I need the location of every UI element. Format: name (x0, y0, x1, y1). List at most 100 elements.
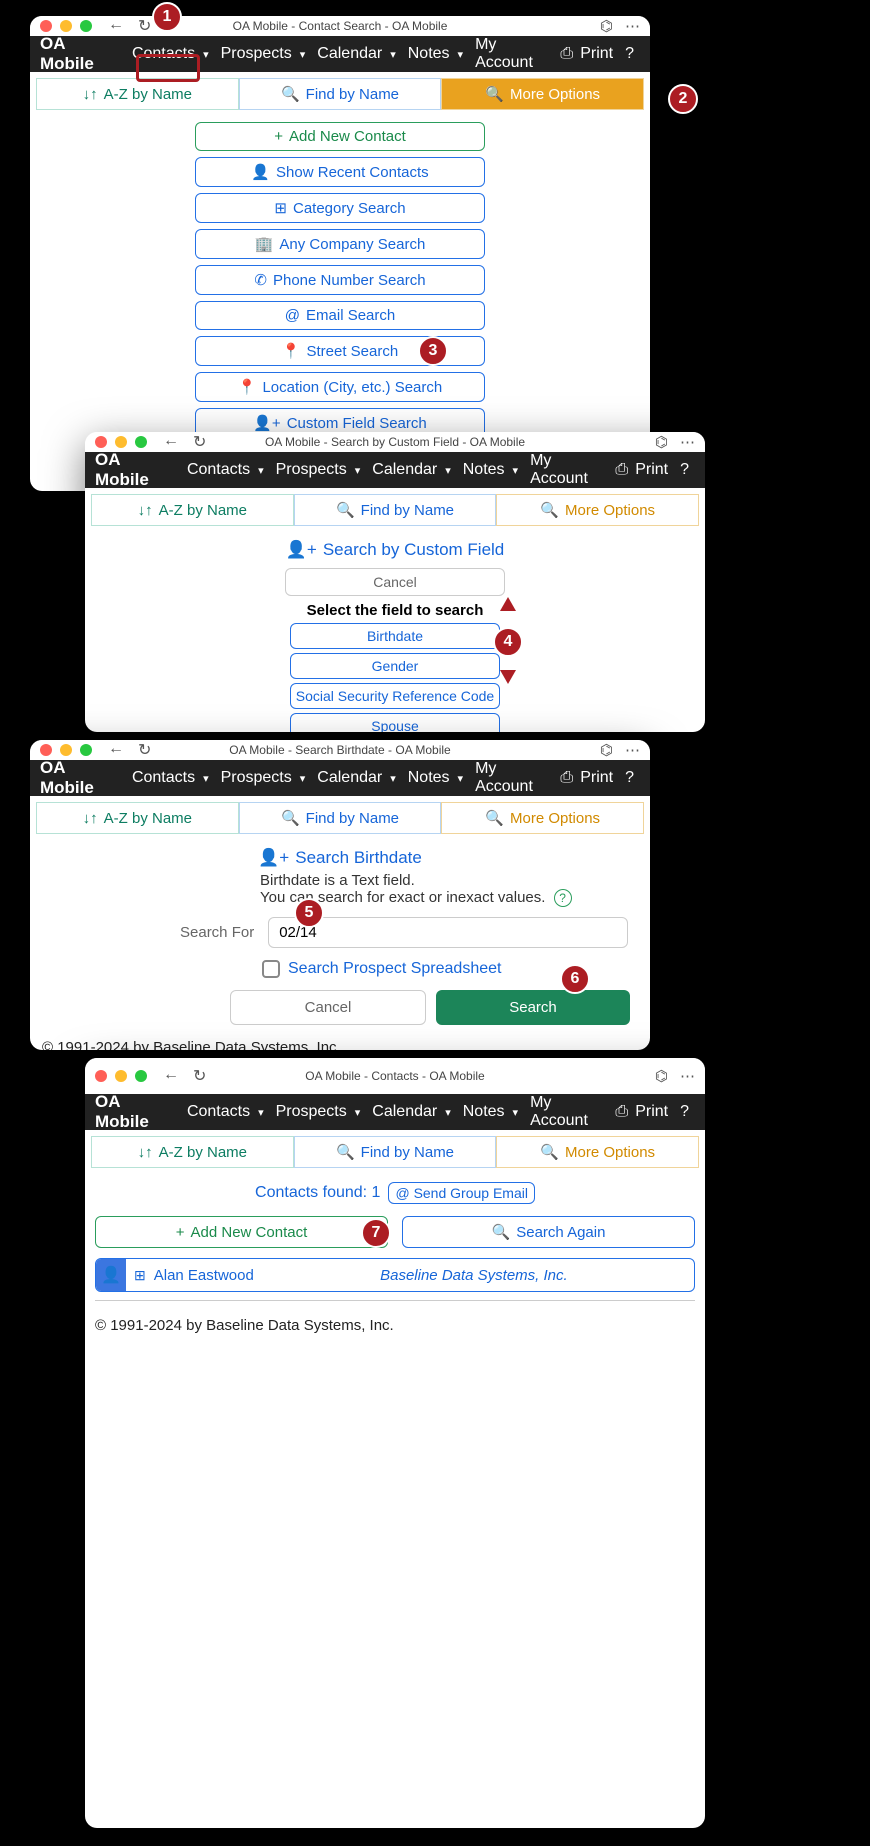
nav-calendar[interactable]: Calendar (311, 763, 401, 793)
nav-myaccount[interactable]: My Account (469, 754, 554, 802)
back-icon[interactable]: ← (163, 1066, 179, 1086)
nav-contacts[interactable]: Contacts (181, 1097, 270, 1127)
checkbox-label[interactable]: Search Prospect Spreadsheet (288, 960, 501, 978)
menu-icon[interactable]: ⋯ (625, 17, 640, 35)
search-input[interactable] (268, 917, 628, 948)
contact-row[interactable]: 👤 ⊞ Alan Eastwood Baseline Data Systems,… (95, 1258, 695, 1292)
window-min-icon[interactable] (60, 20, 72, 32)
app-icon[interactable]: ⌬ (600, 17, 613, 35)
menu-icon[interactable]: ⋯ (680, 433, 695, 451)
option-button[interactable]: 👤Show Recent Contacts (195, 157, 485, 187)
nav-print[interactable]: Print (554, 763, 619, 793)
window-max-icon[interactable] (80, 20, 92, 32)
tab-find[interactable]: 🔍Find by Name (294, 494, 497, 526)
add-new-contact-button[interactable]: + Add New Contact (95, 1216, 388, 1248)
cancel-button[interactable]: Cancel (230, 990, 426, 1025)
cancel-button[interactable]: Cancel (285, 568, 505, 596)
tab-az[interactable]: ↓↑A-Z by Name (36, 78, 239, 110)
window-max-icon[interactable] (135, 1070, 147, 1082)
custom-field-option[interactable]: Social Security Reference Code (290, 683, 500, 709)
window-max-icon[interactable] (80, 744, 92, 756)
nav-contacts[interactable]: Contacts (126, 763, 215, 793)
option-button[interactable]: +Add New Contact (195, 122, 485, 151)
nav-notes[interactable]: Notes (402, 763, 469, 793)
tab-find[interactable]: 🔍Find by Name (294, 1136, 497, 1168)
option-button[interactable]: 📍Location (City, etc.) Search (195, 372, 485, 402)
nav-calendar[interactable]: Calendar (366, 1097, 456, 1127)
app-icon[interactable]: ⌬ (655, 433, 668, 451)
nav-calendar[interactable]: Calendar (366, 455, 456, 485)
annotation-5: 5 (294, 898, 324, 928)
nav-myaccount[interactable]: My Account (469, 30, 554, 78)
nav-contacts[interactable]: Contacts (181, 455, 270, 485)
tab-find[interactable]: 🔍Find by Name (239, 802, 442, 834)
option-icon: ⊞ (274, 199, 287, 217)
reload-icon[interactable]: ↻ (193, 432, 206, 452)
window-min-icon[interactable] (115, 1070, 127, 1082)
tab-more-options[interactable]: 🔍More Options (441, 802, 644, 834)
nav-print[interactable]: Print (554, 39, 619, 69)
option-button[interactable]: @Email Search (195, 301, 485, 330)
nav-notes[interactable]: Notes (457, 1097, 524, 1127)
nav-notes[interactable]: Notes (402, 39, 469, 69)
nav-help[interactable]: ? (619, 39, 640, 69)
help-text-1: Birthdate is a Text field. (260, 872, 640, 889)
tab-az[interactable]: ↓↑A-Z by Name (91, 1136, 294, 1168)
window-close-icon[interactable] (95, 436, 107, 448)
nav-notes[interactable]: Notes (457, 455, 524, 485)
custom-field-option[interactable]: Gender (290, 653, 500, 679)
nav-print[interactable]: Print (609, 1097, 674, 1127)
results-count: Contacts found: 1 (255, 1184, 380, 1202)
nav-myaccount[interactable]: My Account (524, 1088, 609, 1136)
reload-icon[interactable]: ↻ (138, 16, 151, 36)
prospect-checkbox[interactable] (262, 960, 280, 978)
search-again-button[interactable]: 🔍 Search Again (402, 1216, 695, 1248)
window-close-icon[interactable] (95, 1070, 107, 1082)
send-group-email-button[interactable]: @ Send Group Email (388, 1182, 535, 1204)
grid-icon: ⊞ (126, 1267, 154, 1284)
reload-icon[interactable]: ↻ (193, 1066, 206, 1086)
tab-az[interactable]: ↓↑A-Z by Name (91, 494, 294, 526)
tab-more-options[interactable]: 🔍More Options (496, 1136, 699, 1168)
custom-field-option[interactable]: Birthdate (290, 623, 500, 649)
back-icon[interactable]: ← (163, 432, 179, 452)
nav-calendar[interactable]: Calendar (311, 39, 401, 69)
option-button[interactable]: ✆Phone Number Search (195, 265, 485, 295)
nav-prospects[interactable]: Prospects (270, 1097, 367, 1127)
menu-icon[interactable]: ⋯ (625, 741, 640, 759)
nav-prospects[interactable]: Prospects (215, 763, 312, 793)
help-icon[interactable]: ? (554, 889, 572, 907)
app-icon[interactable]: ⌬ (600, 741, 613, 759)
search-button[interactable]: Search (436, 990, 630, 1025)
option-label: Email Search (306, 307, 395, 324)
main-nav: OA Mobile Contacts Prospects Calendar No… (30, 36, 650, 72)
arrow-up-icon (500, 597, 516, 611)
window-min-icon[interactable] (60, 744, 72, 756)
reload-icon[interactable]: ↻ (138, 740, 151, 760)
sort-icon: ↓↑ (83, 86, 98, 103)
tab-more-options[interactable]: 🔍More Options (496, 494, 699, 526)
window-close-icon[interactable] (40, 744, 52, 756)
window-max-icon[interactable] (135, 436, 147, 448)
nav-prospects[interactable]: Prospects (215, 39, 312, 69)
nav-contacts[interactable]: Contacts (126, 39, 215, 69)
back-icon[interactable]: ← (108, 16, 124, 36)
app-icon[interactable]: ⌬ (655, 1067, 668, 1085)
option-button[interactable]: 🏢Any Company Search (195, 229, 485, 259)
tab-more-options[interactable]: 🔍More Options (441, 78, 644, 110)
nav-myaccount[interactable]: My Account (524, 446, 609, 494)
menu-icon[interactable]: ⋯ (680, 1067, 695, 1085)
nav-help[interactable]: ? (619, 763, 640, 793)
tab-find[interactable]: 🔍Find by Name (239, 78, 442, 110)
window-min-icon[interactable] (115, 436, 127, 448)
window-close-icon[interactable] (40, 20, 52, 32)
option-label: Location (City, etc.) Search (262, 379, 442, 396)
custom-field-option[interactable]: Spouse (290, 713, 500, 732)
nav-prospects[interactable]: Prospects (270, 455, 367, 485)
back-icon[interactable]: ← (108, 740, 124, 760)
nav-print[interactable]: Print (609, 455, 674, 485)
tab-az[interactable]: ↓↑A-Z by Name (36, 802, 239, 834)
option-button[interactable]: ⊞Category Search (195, 193, 485, 223)
nav-help[interactable]: ? (674, 455, 695, 485)
nav-help[interactable]: ? (674, 1097, 695, 1127)
